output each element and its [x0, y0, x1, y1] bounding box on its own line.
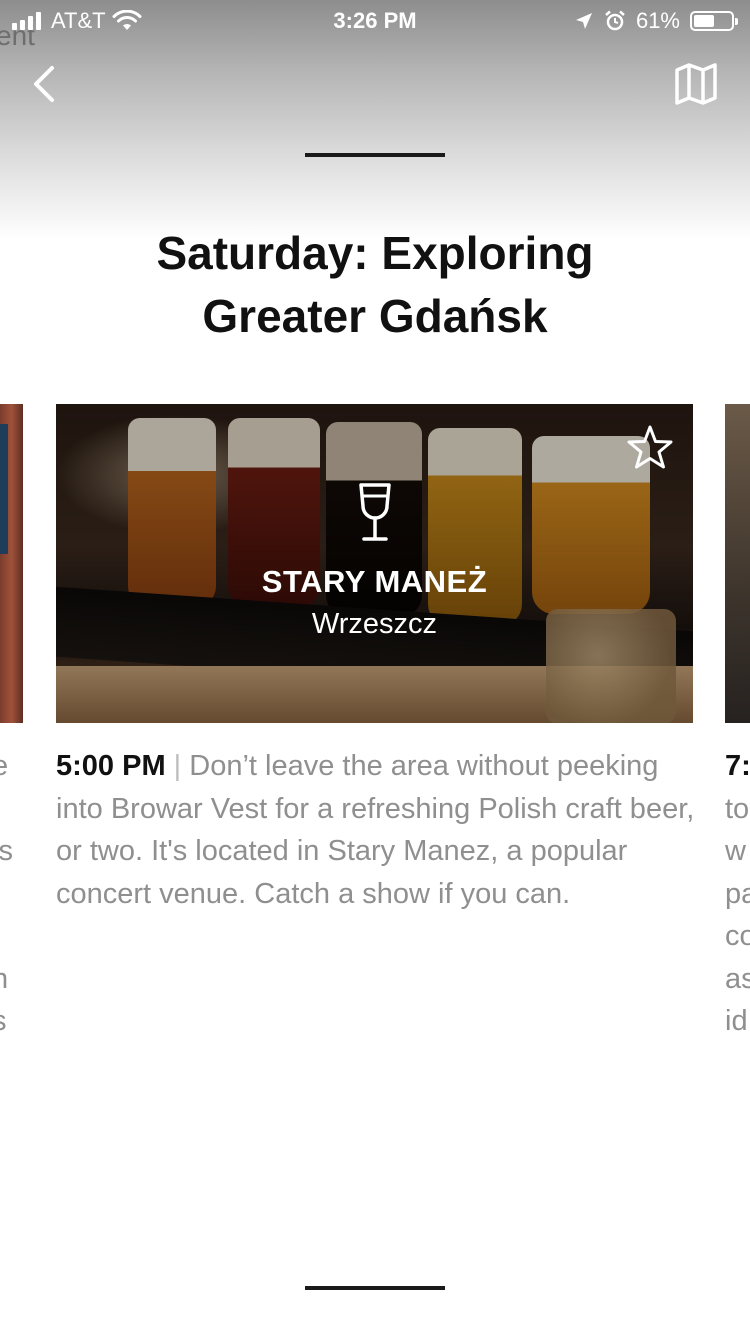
fragment-line: as — [725, 962, 750, 995]
back-button[interactable] — [26, 60, 66, 108]
fragment-line: id — [725, 1005, 748, 1037]
battery-icon — [690, 11, 738, 31]
fragment-line: 7: — [725, 750, 750, 782]
time-separator: | — [173, 750, 182, 782]
map-icon — [675, 63, 717, 105]
fragment-line: n — [0, 962, 9, 995]
previous-card-image[interactable] — [0, 404, 23, 723]
fragment-line: pa — [725, 877, 750, 910]
chevron-left-icon — [34, 66, 54, 102]
drag-handle-top[interactable] — [305, 153, 445, 157]
status-right: 61% — [574, 8, 738, 34]
fragment-line: co — [725, 920, 750, 952]
status-bar: AT&T 3:26 PM 61% — [0, 0, 750, 40]
fragment-line — [0, 788, 16, 831]
fragment-line: ls — [0, 835, 13, 867]
fragment-line — [0, 915, 16, 958]
fragment-line: s — [0, 1000, 16, 1043]
venue-description: 5:00 PM | Don’t leave the area without p… — [56, 745, 706, 915]
battery-percent: 61% — [635, 8, 680, 33]
venue-card[interactable]: STARY MANEŻ Wrzeszcz — [56, 404, 693, 723]
fragment-line: w — [725, 835, 746, 867]
alarm-icon — [605, 10, 625, 31]
wine-glass-icon — [359, 483, 391, 541]
page-title: Saturday: Exploring Greater Gdańsk — [156, 227, 594, 342]
next-card-text: 7: to w pa co as id — [725, 745, 750, 1043]
fragment-line: to — [725, 792, 750, 825]
screen: ent AT&T 3:26 PM 61% Saturday: Exploring… — [0, 0, 750, 1334]
previous-card-text: e ls n s — [0, 745, 16, 1043]
fragment-line: e — [0, 750, 9, 782]
next-card-image[interactable] — [725, 404, 750, 723]
favorite-button[interactable] — [626, 424, 674, 472]
fragment-line — [0, 873, 16, 916]
venue-name: STARY MANEŻ — [261, 564, 488, 599]
drag-handle-bottom[interactable] — [305, 1286, 445, 1290]
map-button[interactable] — [672, 60, 720, 108]
event-time: 5:00 PM — [56, 750, 166, 782]
venue-area: Wrzeszcz — [311, 608, 438, 640]
location-arrow-icon — [575, 13, 592, 29]
star-outline-icon — [627, 425, 673, 469]
